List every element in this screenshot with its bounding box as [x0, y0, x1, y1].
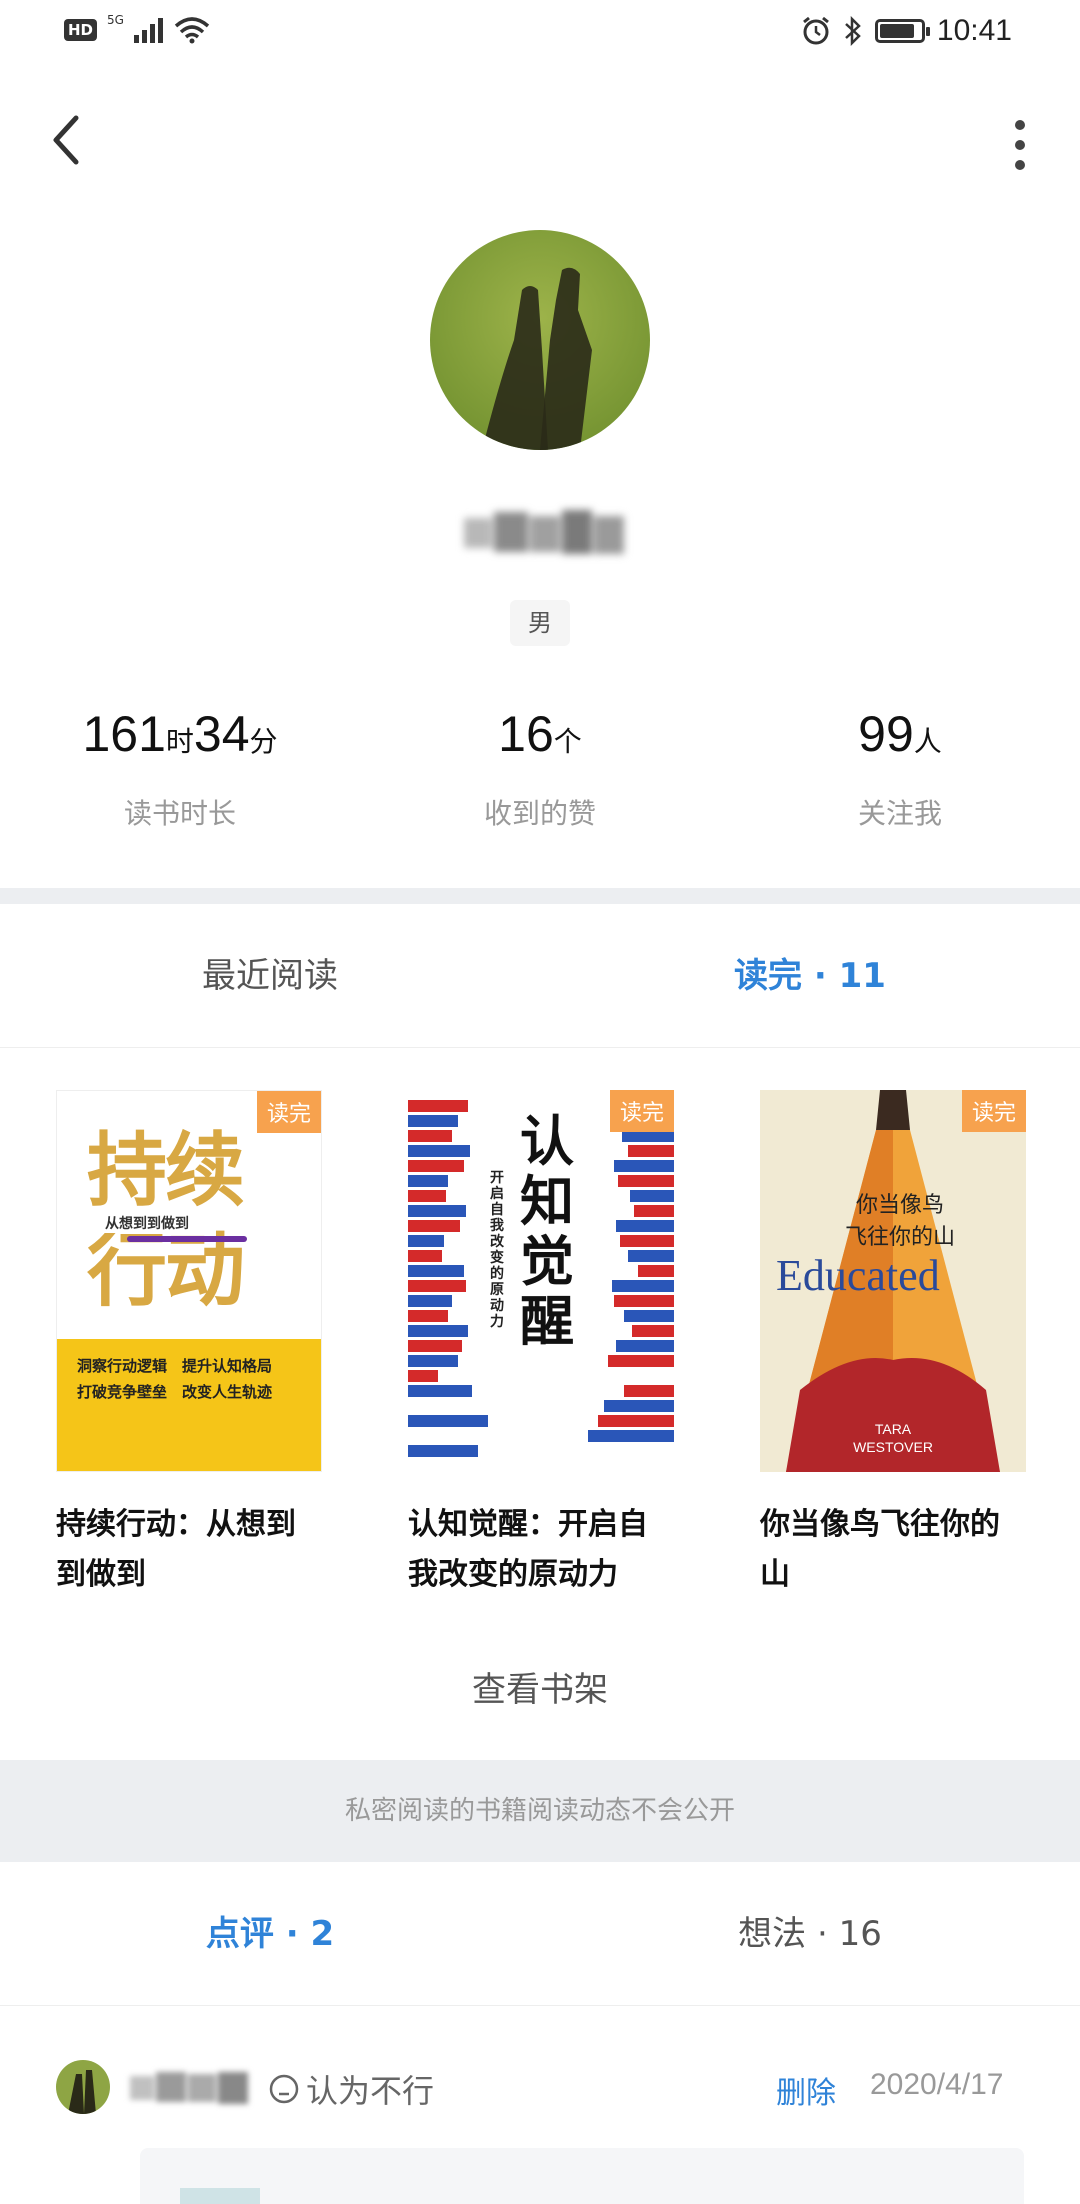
clock: 10:41 [936, 14, 1012, 47]
alarm-icon [802, 16, 829, 45]
book-list: 读完 持续行动 从想到到做到 洞察行动逻辑 提升认知格局 打破竞争壁垒 改变人生… [0, 1090, 1080, 1592]
stat-unit-likes: 个 [553, 726, 582, 757]
review-tabs: 点评 · 2 想法 · 16 [0, 1862, 1080, 2006]
cover-subtitle: 从想到到做到 [101, 1213, 193, 1233]
profile-avatar[interactable] [430, 230, 650, 450]
cover-title-en: Educated [776, 1251, 940, 1300]
cover-author: TARA WESTOVER [853, 1421, 933, 1455]
book-title[interactable]: 认知觉醒：开启自我改变的原动力 [408, 1500, 674, 1600]
stat-value: 99人 [720, 704, 1080, 772]
review-book-card[interactable] [140, 2148, 1024, 2204]
delete-button[interactable]: 删除 [776, 2068, 836, 2112]
book-title[interactable]: 你当像鸟飞往你的山 [760, 1500, 1026, 1600]
tab-finished[interactable]: 读完 · 11 [630, 904, 990, 1048]
avatar-image [430, 230, 650, 450]
stat-unit-hours: 时 [165, 726, 194, 757]
stat-unit-minutes: 分 [249, 726, 278, 757]
avatar[interactable] [56, 2060, 110, 2114]
status-right: 10:41 [801, 14, 1012, 48]
username-blurred [464, 508, 628, 560]
signal-icon [133, 18, 163, 43]
top-nav [0, 100, 1080, 190]
stat-likes-count: 16 [498, 706, 554, 762]
book-item[interactable]: 读完 你当像鸟 飞往你的山 Educated TARA WESTOVER 你当像… [760, 1090, 1026, 1600]
tab-ideas[interactable]: 想法 · 16 [630, 1862, 990, 2006]
book-item[interactable]: 读完 认知觉醒 开启自我改变的原动力 认知觉醒：开启自我改变的原动力 [408, 1090, 674, 1600]
chevron-left-icon [53, 115, 79, 165]
more-button[interactable] [990, 110, 1050, 180]
stat-label: 收到的赞 [483, 797, 596, 830]
cover-title-cn: 你当像鸟 飞往你的山 [844, 1193, 955, 1250]
hd-badge: HD [64, 19, 98, 41]
stat-label: 读书时长 [123, 797, 236, 830]
bluetooth-icon [845, 16, 861, 46]
stat-label: 关注我 [857, 797, 942, 830]
stat-minutes: 34 [193, 706, 250, 762]
wifi-icon [174, 17, 210, 44]
back-button[interactable] [40, 110, 100, 170]
network-type-label: 5G [107, 13, 124, 27]
cover-bar-icon [127, 1236, 247, 1242]
tab-reviews[interactable]: 点评 · 2 [90, 1862, 450, 2006]
finished-badge: 读完 [609, 1090, 674, 1132]
cover-subtitle: 开启自我改变的原动力 [490, 1170, 504, 1330]
review-book-thumbnail [180, 2188, 260, 2204]
review-rating: 认为不行 [268, 2066, 434, 2112]
more-vertical-icon [1015, 120, 1025, 170]
section-divider [0, 888, 1080, 904]
stat-likes[interactable]: 16个 收到的赞 [360, 704, 720, 834]
tab-recent-reading[interactable]: 最近阅读 [90, 904, 450, 1048]
stats-row: 161时34分 读书时长 16个 收到的赞 99人 关注我 [0, 704, 1080, 834]
stat-followers[interactable]: 99人 关注我 [720, 704, 1080, 834]
book-title[interactable]: 持续行动：从想到到做到 [56, 1500, 322, 1600]
cover-line: 洞察行动逻辑 提升认知格局 [77, 1357, 273, 1375]
gender-tag: 男 [510, 600, 570, 646]
review-date: 2020/4/17 [870, 2068, 1004, 2101]
view-bookshelf-button[interactable]: 查看书架 [0, 1620, 1080, 1760]
stat-hours: 161 [82, 706, 166, 762]
finished-badge: 读完 [256, 1091, 321, 1133]
cover-line: 打破竞争壁垒 改变人生轨迹 [77, 1383, 273, 1401]
status-bar: HD 5G 10:41 [0, 0, 1080, 66]
stat-value: 161时34分 [0, 704, 360, 772]
stat-reading-time[interactable]: 161时34分 读书时长 [0, 704, 360, 834]
book-item[interactable]: 读完 持续行动 从想到到做到 洞察行动逻辑 提升认知格局 打破竞争壁垒 改变人生… [56, 1090, 322, 1600]
cover-yellow-band: 洞察行动逻辑 提升认知格局 打破竞争壁垒 改变人生轨迹 [57, 1339, 321, 1471]
book-cover[interactable]: 读完 持续行动 从想到到做到 洞察行动逻辑 提升认知格局 打破竞争壁垒 改变人生… [56, 1090, 322, 1472]
status-left: HD 5G [64, 13, 210, 44]
rating-text: 认为不行 [306, 2072, 435, 2110]
finished-badge: 读完 [961, 1090, 1026, 1132]
battery-icon [874, 19, 930, 43]
book-cover[interactable]: 读完 你当像鸟 飞往你的山 Educated TARA WESTOVER [760, 1090, 1026, 1472]
private-reading-notice: 私密阅读的书籍阅读动态不会公开 [0, 1760, 1080, 1862]
cover-title: 认知觉醒 [520, 1110, 574, 1353]
reading-tabs: 最近阅读 读完 · 11 [0, 904, 1080, 1048]
review-item: 认为不行 删除 2020/4/17 [0, 2050, 1080, 2130]
stat-followers-count: 99 [858, 706, 914, 762]
stat-unit-followers: 人 [913, 726, 942, 757]
review-username-blurred [130, 2070, 270, 2106]
battery-fill [879, 24, 914, 38]
book-cover[interactable]: 读完 认知觉醒 开启自我改变的原动力 [408, 1090, 674, 1472]
rating-face-icon [269, 2074, 299, 2104]
stat-value: 16个 [360, 704, 720, 772]
